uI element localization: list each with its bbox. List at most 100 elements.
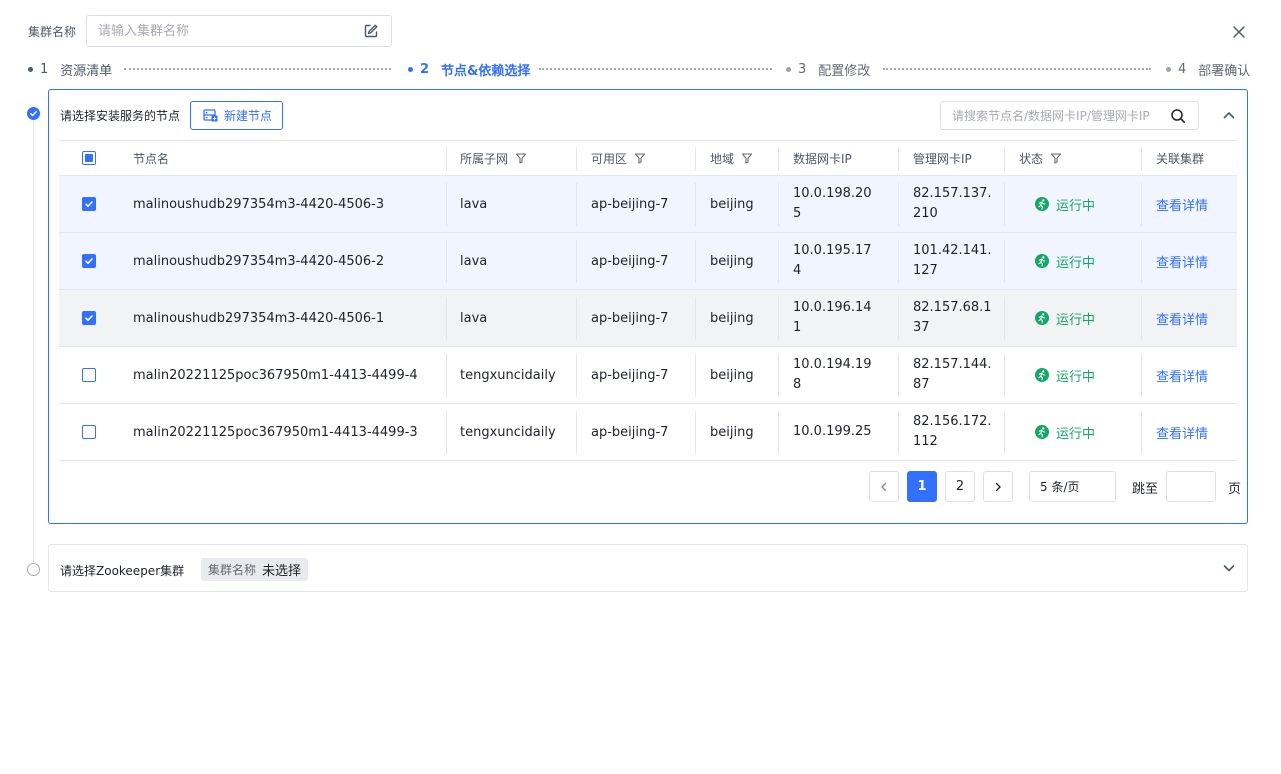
step-connector (883, 68, 1151, 70)
region: beijing (710, 367, 754, 383)
column-divider (695, 147, 696, 171)
zookeeper-panel[interactable]: 请选择Zookeeper集群 集群名称 未选择 (48, 544, 1248, 592)
mgmt-ip: 82.156.172.112 (913, 414, 992, 449)
jump-input[interactable] (1167, 472, 1215, 501)
filter-icon[interactable] (634, 152, 646, 164)
new-node-button[interactable]: 新建节点 (190, 101, 283, 130)
step-2[interactable]: 2 节点&依赖选择 (408, 58, 530, 80)
node-selection-panel: 请选择安装服务的节点 新建节点 节点名 所属子网 (48, 89, 1248, 524)
row-checkbox[interactable] (82, 368, 96, 382)
column-divider (1004, 297, 1005, 340)
table-row[interactable]: malinoushudb297354m3-4420-4506-2 lava ap… (59, 233, 1237, 290)
col-data-ip: 数据网卡IP (793, 151, 852, 166)
cluster-name-label: 集群名称 (28, 25, 77, 39)
column-divider (1141, 297, 1142, 340)
zone: ap-beijing-7 (591, 196, 669, 212)
step-dot (786, 66, 791, 72)
status-text: 运行中 (1056, 255, 1096, 271)
row-select-cell (82, 290, 96, 346)
column-divider (576, 411, 577, 454)
row-checkbox[interactable] (82, 311, 96, 325)
view-details-link[interactable]: 查看详情 (1156, 233, 1208, 289)
column-divider (576, 297, 577, 340)
column-divider (1004, 183, 1005, 226)
column-divider (576, 147, 577, 171)
col-name: 节点名 (133, 151, 170, 166)
column-divider (778, 297, 779, 340)
running-icon (1035, 254, 1049, 268)
tag-key: 集群名称 (208, 563, 257, 577)
step-dot (1166, 66, 1171, 72)
next-page-button[interactable] (983, 471, 1013, 502)
filter-icon[interactable] (1050, 152, 1062, 164)
status-text: 运行中 (1056, 198, 1096, 214)
step-number: 4 (1178, 61, 1187, 77)
column-divider (576, 354, 577, 397)
status-badge: 运行中 (1035, 290, 1095, 346)
page-suffix: 页 (1228, 482, 1242, 497)
chevron-up-icon[interactable] (1222, 108, 1236, 122)
column-divider (695, 183, 696, 226)
col-status: 状态 (1019, 141, 1062, 175)
jump-field[interactable] (1166, 471, 1216, 502)
region: beijing (710, 310, 754, 326)
status-badge: 运行中 (1035, 176, 1095, 232)
row-checkbox[interactable] (82, 254, 96, 268)
col-status-label: 状态 (1019, 151, 1044, 166)
column-divider (446, 411, 447, 454)
step-number: 1 (40, 61, 49, 77)
column-divider (695, 297, 696, 340)
checkmark-icon (27, 107, 40, 120)
cluster-name-input[interactable] (87, 16, 347, 46)
view-details-link[interactable]: 查看详情 (1156, 404, 1208, 460)
node-name: malin20221125poc367950m1-4413-4499-4 (133, 367, 418, 383)
page-button-2[interactable]: 2 (945, 471, 975, 502)
filter-icon[interactable] (515, 152, 527, 164)
view-details-link[interactable]: 查看详情 (1156, 290, 1208, 346)
column-divider (778, 240, 779, 283)
prev-page-button[interactable] (869, 471, 899, 502)
running-icon (1035, 425, 1049, 439)
table-row[interactable]: malinoushudb297354m3-4420-4506-3 lava ap… (59, 176, 1237, 233)
select-all-checkbox[interactable] (82, 151, 96, 165)
data-ip: 10.0.195.174 (793, 243, 872, 278)
step-3[interactable]: 3 配置修改 (786, 58, 870, 80)
timeline-line (33, 121, 34, 562)
search-icon[interactable] (1170, 108, 1186, 124)
filter-icon[interactable] (741, 152, 753, 164)
col-region-label: 地域 (710, 151, 735, 166)
node-search-field[interactable] (940, 101, 1199, 130)
row-checkbox[interactable] (82, 197, 96, 211)
column-divider (1004, 240, 1005, 283)
step-connector (124, 68, 391, 70)
row-checkbox[interactable] (82, 425, 96, 439)
view-details-link[interactable]: 查看详情 (1156, 176, 1208, 232)
column-divider (576, 240, 577, 283)
node-search-input[interactable] (941, 102, 1159, 129)
step-label: 配置修改 (818, 63, 871, 79)
mgmt-ip: 82.157.137.210 (913, 186, 992, 221)
step-label: 资源清单 (60, 63, 113, 79)
checkmark-icon (85, 201, 93, 207)
chevron-down-icon[interactable] (1222, 561, 1236, 575)
page-button-1[interactable]: 1 (907, 471, 937, 502)
column-divider (898, 147, 899, 171)
status-badge: 运行中 (1035, 347, 1095, 403)
region: beijing (710, 253, 754, 269)
page-size-select[interactable]: 5 条/页 (1029, 471, 1116, 502)
column-divider (446, 147, 447, 171)
table-row[interactable]: malin20221125poc367950m1-4413-4499-4 ten… (59, 347, 1237, 404)
step-1[interactable]: 1 资源清单 (28, 58, 112, 80)
table-row[interactable]: malin20221125poc367950m1-4413-4499-3 ten… (59, 404, 1237, 461)
close-icon[interactable] (1231, 24, 1247, 40)
col-mgmt-ip: 管理网卡IP (913, 151, 972, 166)
row-select-cell (82, 347, 96, 403)
view-details-link[interactable]: 查看详情 (1156, 347, 1208, 403)
table-row[interactable]: malinoushudb297354m3-4420-4506-1 lava ap… (59, 290, 1237, 347)
cluster-name-field[interactable] (86, 15, 392, 47)
column-divider (898, 297, 899, 340)
node-name: malinoushudb297354m3-4420-4506-1 (133, 310, 385, 326)
step-4[interactable]: 4 部署确认 (1166, 58, 1250, 80)
region: beijing (710, 424, 754, 440)
edit-icon[interactable] (363, 23, 379, 39)
